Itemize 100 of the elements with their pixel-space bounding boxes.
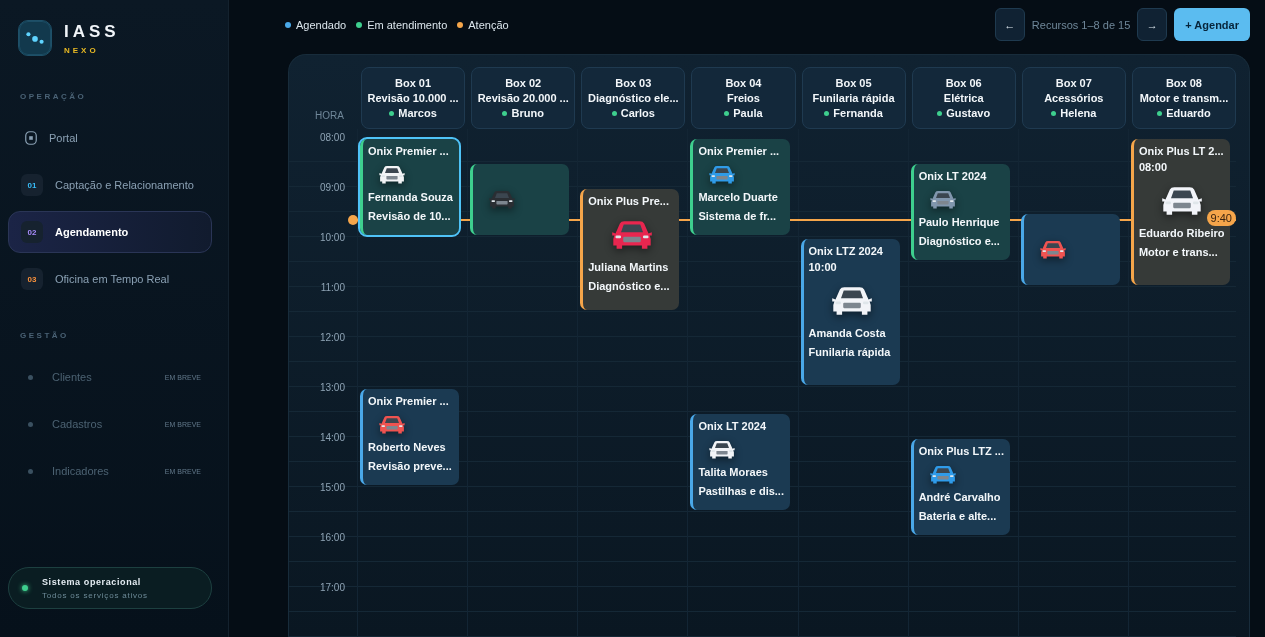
hour-label: 12:00 <box>319 331 345 343</box>
vehicle-model: Onix Premier ... <box>368 145 450 158</box>
mechanic-name: Eduardo <box>1166 107 1211 119</box>
legend-label: Em atendimento <box>367 18 448 31</box>
client-name: Roberto Neves <box>368 441 447 454</box>
nav-label: Captação e Relacionamento <box>55 179 194 191</box>
appointment-card[interactable]: Onix Premier ... Roberto Neves Revisão preve... <box>360 389 460 485</box>
appointment-card[interactable]: Onix LTZ 2024 10:00 Amanda Costa Funilaria rápida <box>800 239 900 385</box>
nav-label: Portal <box>49 132 78 144</box>
service-name: Revisão de 10... <box>368 210 452 223</box>
appointment-card[interactable]: Onix Premier ... Marcelo Duarte Sistema de fr... <box>690 139 790 235</box>
brand-name: IASS <box>64 23 120 41</box>
nav-item[interactable]: 01 Captação e Relacionamento <box>8 164 212 206</box>
service-name: Sistema de fr... <box>698 210 778 223</box>
appointment-card[interactable] <box>1020 214 1120 285</box>
schedule-button[interactable]: + Agendar <box>1174 8 1250 41</box>
appointment-card[interactable]: Onix LT 2024 Talita Moraes Pastilhas e dis... <box>690 414 790 510</box>
vehicle-model: Onix LT 2024 <box>918 170 988 183</box>
resource-name: Box 06 <box>945 77 982 89</box>
service-name: Diagnóstico e... <box>588 280 671 293</box>
vehicle-model: Onix Plus LTZ ... <box>918 445 1005 458</box>
hour-label: 16:00 <box>319 531 345 543</box>
client-name: Amanda Costa <box>808 327 887 340</box>
next-page-button[interactable]: → <box>1137 8 1168 41</box>
resource-service: Revisão 10.000 ... <box>367 92 459 104</box>
number-badge: 03 <box>21 268 43 290</box>
appointment-card[interactable]: Onix Plus Pre... Juliana Martins Diagnóstico e... <box>580 189 680 310</box>
resource-service: Revisão 20.000 ... <box>477 92 569 104</box>
resource-name: Box 01 <box>395 77 432 89</box>
appointment-card[interactable] <box>470 164 570 235</box>
service-name: Diagnóstico e... <box>918 235 1001 248</box>
bullet-icon <box>28 374 33 380</box>
status-title: Sistema operacional <box>42 576 142 587</box>
resource-name: Box 07 <box>1055 77 1092 89</box>
resource-service: Elétrica <box>943 92 984 104</box>
resource-service: Motor e transm... <box>1139 92 1229 104</box>
section-heading: GESTÃO <box>19 331 70 340</box>
resource-service: Funilaria rápida <box>812 92 895 104</box>
service-name: Revisão preve... <box>368 460 453 473</box>
nav-label: Cadastros <box>52 418 103 430</box>
status-dot <box>1051 110 1057 116</box>
page-range-text: Recursos 1–8 de 15 <box>1031 18 1131 31</box>
resource-name: Box 05 <box>835 77 872 89</box>
brand-subtitle: NEXO <box>64 46 100 55</box>
hour-label: 11:00 <box>320 281 345 293</box>
mechanic-name: Bruno <box>511 107 544 119</box>
vehicle-model: Onix Plus Pre... <box>588 195 670 208</box>
mechanic-name: Carlos <box>620 107 655 119</box>
client-name: Fernanda Souza <box>368 191 454 204</box>
mechanic-name: Marcos <box>398 107 437 119</box>
client-name: Marcelo Duarte <box>698 191 779 204</box>
appointment-card[interactable]: Onix Plus LTZ ... André Carvalho Bateria e alte... <box>910 439 1010 535</box>
appointment-time: 08:00 <box>1138 161 1168 174</box>
nav-label: Clientes <box>52 371 92 383</box>
mechanic-name: Fernanda <box>833 107 883 119</box>
hour-column-heading: HORA <box>315 110 344 121</box>
client-name: André Carvalho <box>918 491 1002 504</box>
legend-label: Agendado <box>296 18 347 31</box>
vehicle-model: Onix Premier ... <box>698 145 781 158</box>
hour-label: 14:00 <box>319 431 345 443</box>
previous-page-button[interactable]: ← <box>994 8 1025 41</box>
client-name: Paulo Henrique <box>918 216 1001 229</box>
client-name: Juliana Martins <box>588 261 670 274</box>
portal-icon <box>25 131 37 145</box>
service-name: Funilaria rápida <box>808 346 892 359</box>
nav-item[interactable]: 03 Oficina em Tempo Real <box>8 258 212 300</box>
nav-item[interactable]: Portal <box>8 117 212 159</box>
nav-label: Indicadores <box>52 465 109 477</box>
resource-service: Diagnóstico ele... <box>588 92 679 104</box>
appointment-card[interactable]: Onix Premier ... Fernanda Souza Revisão de 10... <box>360 139 460 235</box>
service-name: Pastilhas e dis... <box>698 485 785 498</box>
status-dot <box>22 585 28 591</box>
status-dot <box>937 110 943 116</box>
bullet-icon <box>28 421 33 427</box>
client-name: Talita Moraes <box>698 466 769 479</box>
logo-icon <box>18 20 52 56</box>
service-name: Bateria e alte... <box>918 510 998 523</box>
hour-label: 08:00 <box>319 131 345 143</box>
current-time-dot <box>348 215 358 226</box>
mechanic-name: Gustavo <box>946 107 991 119</box>
hour-label: 10:00 <box>319 231 345 243</box>
hour-label: 13:00 <box>319 381 345 393</box>
hour-label: 15:00 <box>319 481 345 493</box>
mechanic-name: Paula <box>733 107 763 119</box>
status-dot <box>502 110 508 116</box>
vehicle-model: Onix Plus LT 2... <box>1138 145 1225 158</box>
status-dot <box>724 110 730 116</box>
nav-label: Oficina em Tempo Real <box>55 273 170 285</box>
service-name: Motor e trans... <box>1138 246 1219 259</box>
resource-service: Freios <box>726 92 760 104</box>
nav-label: Agendamento <box>55 226 129 238</box>
vehicle-model: Onix LT 2024 <box>698 420 768 433</box>
vehicle-model: Onix Premier ... <box>368 395 450 408</box>
current-time-label: 9:40 <box>1206 210 1236 227</box>
nav-item[interactable]: 02 Agendamento <box>8 211 212 253</box>
resource-name: Box 02 <box>505 77 542 89</box>
number-badge: 02 <box>21 221 43 243</box>
appointment-card[interactable]: Onix LT 2024 Paulo Henrique Diagnóstico e... <box>910 164 1010 260</box>
resource-name: Box 04 <box>725 77 762 89</box>
status-dot <box>389 110 395 116</box>
